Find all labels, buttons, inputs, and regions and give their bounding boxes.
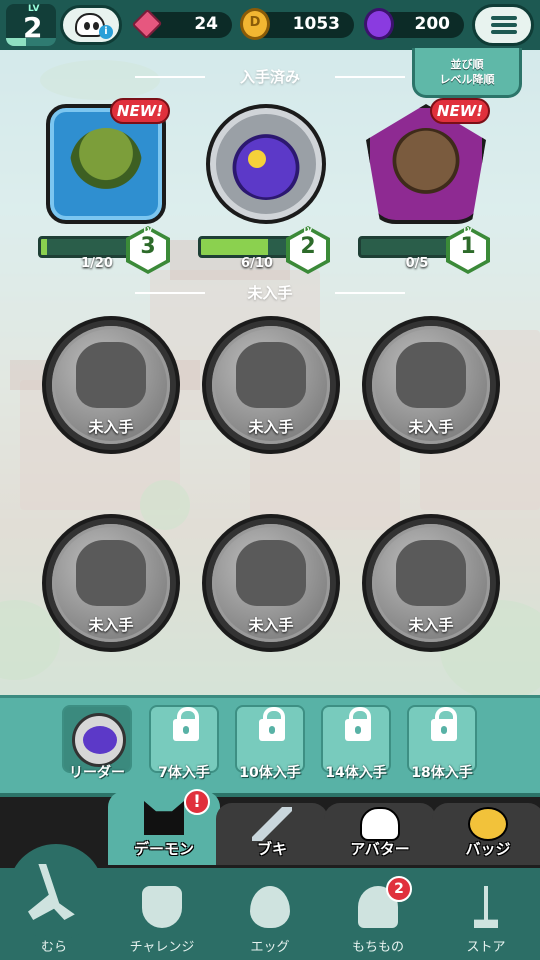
blob-demon-art [230,128,302,200]
locked-label: 未入手 [248,418,294,436]
badge-icon [468,807,508,841]
silhouette-icon [396,342,466,408]
lock-icon [173,707,199,741]
level-label: LV [143,226,153,234]
demon-card-3[interactable]: NEW! 0/5 LV 1 [356,98,496,274]
level-label: LV [303,226,313,234]
exp-bar [6,38,56,46]
sword-icon [252,807,292,841]
silhouette-icon [396,540,466,606]
locked-label: 未入手 [88,616,134,634]
demon-card-1[interactable]: NEW! 1/20 LV 3 [36,98,176,274]
coin-icon: D [240,8,270,40]
locked-demon-2[interactable]: 未入手 [202,316,340,454]
orb-value: 200 [414,14,451,34]
locked-label: 未入手 [88,418,134,436]
silhouette-icon [76,342,146,408]
new-badge: NEW! [430,98,490,124]
locked-label: 未入手 [408,418,454,436]
slot-requirement: 7体入手 [158,765,210,781]
tab-label: アバター [350,840,410,858]
store-icon [474,886,498,928]
level-value: 3 [140,234,156,259]
nav-store[interactable]: ストア [432,868,540,960]
orb-counter: 200 [364,8,464,40]
notification-badge: 2 [386,876,412,902]
lock-icon [345,707,371,741]
nav-items[interactable]: 2 もちもの [324,868,432,960]
nav-label: むら [40,940,67,955]
bottom-nav: むら チャレンジ エッグ 2 もちもの ストア [0,844,540,960]
leader-label: リーダー [69,765,125,781]
silhouette-icon [236,540,306,606]
lock-icon [259,707,285,741]
level-value: 2 [300,234,316,259]
leader-strip: リーダー 7体入手 10体入手 14体入手 18体入手 [0,695,540,793]
level-label: LV [463,226,473,234]
slot-requirement: 10体入手 [239,765,301,781]
tab-label: バッジ [465,840,511,858]
nav-egg[interactable]: エッグ [216,868,324,960]
ghost-icon [360,807,400,841]
nav-label: エッグ [250,940,290,955]
info-icon: i [99,25,113,39]
challenge-icon [142,886,182,928]
locked-demon-4[interactable]: 未入手 [42,514,180,652]
unobtained-section-title: 未入手 [0,282,540,303]
player-level: LV 2 [6,4,56,46]
ape-demon-art [390,128,462,200]
new-badge: NEW! [110,98,170,124]
profile-button[interactable]: i [60,5,122,45]
tab-label: ブキ [256,840,287,858]
locked-demon-6[interactable]: 未入手 [362,514,500,652]
obtained-section-title: 入手済み [0,66,540,87]
nav-challenge[interactable]: チャレンジ [108,868,216,960]
cat-demon-icon [144,801,184,835]
gem-value: 24 [194,14,218,34]
nav-label: ストア [466,940,506,955]
silhouette-icon [76,540,146,606]
locked-demon-1[interactable]: 未入手 [42,316,180,454]
tree-demon-art [70,128,142,200]
nav-label: チャレンジ [129,940,195,955]
locked-demon-3[interactable]: 未入手 [362,316,500,454]
locked-label: 未入手 [248,616,294,634]
gem-icon [131,8,163,40]
demon-card-2[interactable]: 6/10 LV 2 [196,104,336,274]
tab-label: デーモン [133,840,194,858]
nav-label: もちもの [351,940,404,955]
gem-counter: 24 [131,8,232,40]
slot-requirement: 18体入手 [411,765,473,781]
coin-counter: D 1053 [240,8,354,40]
tab-weapon[interactable]: ブキ [216,803,328,865]
locked-demon-5[interactable]: 未入手 [202,514,340,652]
egg-icon [250,886,290,928]
lock-icon [431,707,457,741]
tab-avatar[interactable]: アバター [324,803,436,865]
nav-village[interactable]: むら [0,844,108,960]
coin-value: 1053 [292,14,340,34]
silhouette-icon [236,342,306,408]
slot-requirement: 14体入手 [325,765,387,781]
locked-label: 未入手 [408,616,454,634]
level-value: 1 [460,234,476,259]
menu-button[interactable] [472,4,534,46]
tab-demon[interactable]: ! デーモン [108,789,220,865]
orb-icon [364,8,394,40]
top-bar: LV 2 i 24 D 1053 200 [0,0,540,50]
tab-badge[interactable]: バッジ [432,803,540,865]
alert-badge: ! [184,789,210,815]
leader-demon-icon [72,713,126,767]
